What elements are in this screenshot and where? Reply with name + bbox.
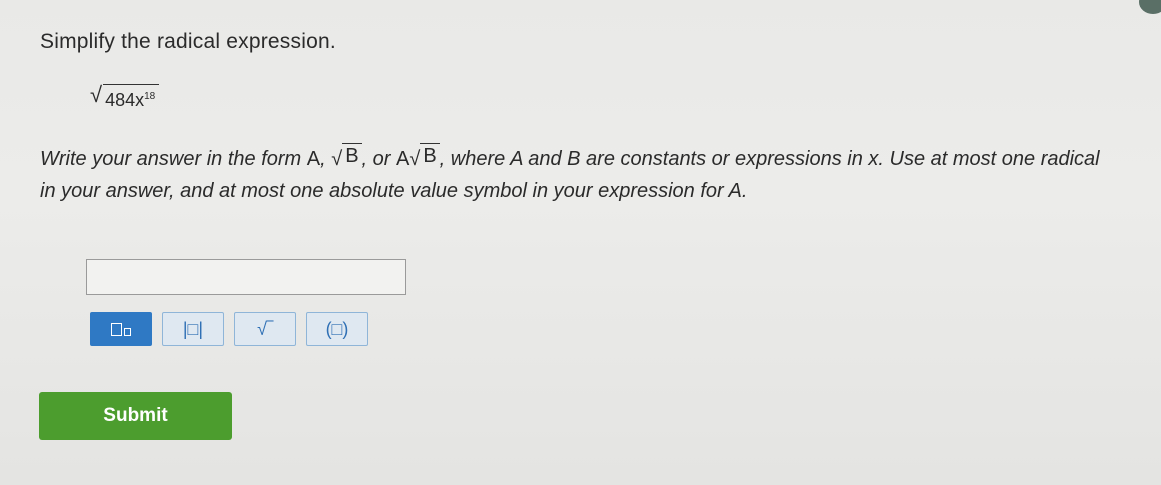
radical-sign-icon: √ [90, 82, 103, 107]
form-a: A [306, 148, 321, 170]
answer-input[interactable] [86, 259, 406, 295]
submit-button[interactable]: Submit [39, 392, 232, 440]
absolute-value-button[interactable]: |□| [162, 312, 224, 346]
corner-badge [1139, 0, 1161, 14]
form-separator-2: , or [361, 148, 396, 170]
instructions-text-1: Write your answer in the form [40, 148, 307, 170]
exponent-button[interactable] [90, 312, 152, 346]
superscript-icon [111, 322, 131, 336]
form-a-2: A [396, 148, 410, 170]
question-title: Simplify the radical expression. [40, 30, 336, 53]
square-root-button[interactable]: √‾ [234, 312, 296, 346]
radicand: 484x [105, 90, 145, 110]
math-toolbar: |□| √‾ (□) [90, 312, 368, 346]
form-a-sqrt-b: √ B [409, 143, 440, 175]
radical-expression: √ 484x18 [90, 82, 160, 111]
form-separator-1: , [320, 148, 332, 170]
radical-sign-icon: √ [331, 148, 343, 170]
radical-sign-icon: √ [409, 148, 421, 170]
instructions: Write your answer in the form A, √ B, or … [40, 143, 1120, 207]
exponent: 18 [144, 91, 156, 102]
parentheses-button[interactable]: (□) [306, 312, 368, 346]
form-sqrt-b: √ B [331, 143, 362, 175]
